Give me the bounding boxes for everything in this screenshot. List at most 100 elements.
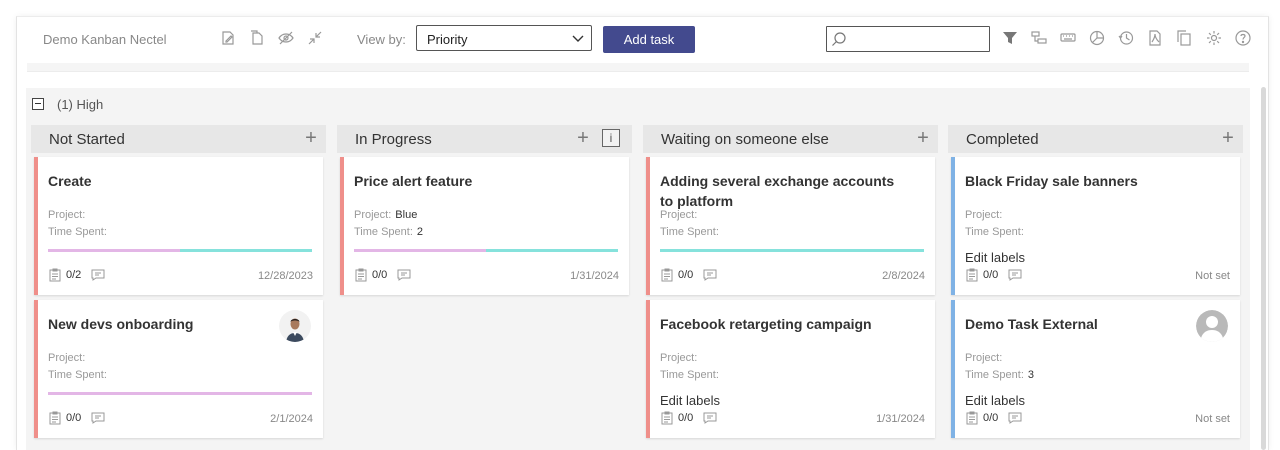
comment-icon[interactable] [703, 411, 717, 425]
card-title[interactable]: New devs onboarding [48, 314, 298, 334]
comment-icon[interactable] [91, 411, 105, 425]
task-card[interactable]: Adding several exchange accounts to plat… [646, 157, 935, 295]
avatar-placeholder-icon[interactable] [1196, 310, 1228, 342]
filter-icon[interactable] [1001, 29, 1019, 47]
checklist-count: 0/2 [66, 269, 82, 281]
checklist-icon [661, 268, 673, 282]
collapse-icon[interactable] [306, 29, 324, 47]
comment-icon[interactable] [703, 268, 717, 282]
search-icon [832, 32, 846, 46]
project-meta: Project: [660, 352, 698, 364]
checklist-icon [966, 268, 978, 282]
due-date: 2/1/2024 [270, 413, 313, 425]
search-input[interactable] [849, 30, 989, 50]
edit-labels-link[interactable]: Edit labels [965, 393, 1025, 408]
task-card[interactable]: New devs onboarding Project: Time Spent: [34, 300, 323, 438]
add-card-button[interactable]: + [302, 128, 320, 148]
comment-icon[interactable] [91, 268, 105, 282]
checklist-count: 0/0 [678, 412, 694, 424]
project-meta: Project: [965, 352, 1003, 364]
time-meta: Time Spent: 3 [965, 369, 1035, 381]
due-date: 2/8/2024 [882, 270, 925, 282]
task-card[interactable]: Demo Task External Project: Time Spent: 3… [951, 300, 1240, 438]
add-task-button[interactable]: Add task [603, 26, 695, 53]
card-title[interactable]: Facebook retargeting campaign [660, 314, 910, 334]
card-title[interactable]: Adding several exchange accounts to plat… [660, 171, 910, 211]
view-by-label: View by: [357, 32, 406, 47]
card-footer: 0/2 [48, 267, 105, 283]
comment-icon[interactable] [1008, 268, 1022, 282]
progress-bar [48, 249, 312, 252]
copy-icon[interactable] [248, 29, 266, 47]
column-title: Waiting on someone else [661, 131, 829, 148]
project-meta: Project: [48, 352, 86, 364]
toolbar: Demo Kanban Nectel View by: Priority Add… [17, 17, 1268, 61]
column-title: In Progress [355, 131, 432, 148]
group-label: (1) High [57, 97, 104, 112]
kanban-board: (1) High Not Started + Create Project: T… [26, 88, 1250, 450]
search-box[interactable] [826, 26, 990, 52]
app-title: Demo Kanban Nectel [43, 32, 167, 47]
card-footer: 0/0 [660, 410, 717, 426]
group-collapse-toggle[interactable] [32, 98, 44, 110]
pdf-icon[interactable] [1146, 29, 1164, 47]
card-title[interactable]: Demo Task External [965, 314, 1215, 334]
task-card[interactable]: Create Project: Time Spent: 0/2 12/28/20… [34, 157, 323, 295]
view-by-select[interactable]: Priority [416, 25, 592, 51]
checklist-count: 0/0 [983, 269, 999, 281]
hide-icon[interactable] [277, 29, 295, 47]
keyboard-icon[interactable] [1059, 29, 1077, 47]
progress-bar [48, 392, 312, 395]
card-footer: 0/0 [48, 410, 105, 426]
kanban-frame: Demo Kanban Nectel View by: Priority Add… [16, 16, 1269, 450]
checklist-icon [49, 411, 61, 425]
edit-labels-link[interactable]: Edit labels [660, 393, 720, 408]
hierarchy-icon[interactable] [1030, 29, 1048, 47]
task-card[interactable]: Black Friday sale banners Project: Time … [951, 157, 1240, 295]
checklist-icon [966, 411, 978, 425]
due-date: 12/28/2023 [257, 270, 313, 282]
comment-icon[interactable] [1008, 411, 1022, 425]
column-in-progress: In Progress + i Price alert feature Proj… [337, 125, 632, 450]
progress-bar [660, 249, 924, 252]
checklist-count: 0/0 [66, 412, 82, 424]
column-header: Not Started + [31, 125, 326, 153]
column-header: In Progress + i [337, 125, 632, 153]
gear-icon[interactable] [1205, 29, 1223, 47]
help-icon[interactable] [1234, 29, 1252, 47]
due-date: 1/31/2024 [876, 413, 925, 425]
column-completed: Completed + Black Friday sale banners Pr… [948, 125, 1243, 450]
column-header: Waiting on someone else + [643, 125, 938, 153]
vertical-scrollbar[interactable] [1261, 87, 1266, 450]
checklist-count: 0/0 [678, 269, 694, 281]
due-date: Not set [1195, 413, 1230, 425]
chart-icon[interactable] [1088, 29, 1106, 47]
checklist-icon [49, 268, 61, 282]
card-title[interactable]: Black Friday sale banners [965, 171, 1215, 191]
add-card-button[interactable]: + [914, 128, 932, 148]
avatar[interactable] [279, 310, 311, 342]
add-card-button[interactable]: + [574, 128, 592, 148]
toolbar-divider [27, 63, 1249, 72]
edit-labels-link[interactable]: Edit labels [965, 250, 1025, 265]
time-meta: Time Spent: 2 [354, 226, 424, 238]
card-footer: 0/0 [660, 267, 717, 283]
due-date: Not set [1195, 270, 1230, 282]
chevron-down-icon [572, 35, 584, 42]
time-meta: Time Spent: [48, 369, 107, 381]
task-card[interactable]: Price alert feature Project: Blue Time Sp… [340, 157, 629, 295]
card-title[interactable]: Create [48, 171, 298, 191]
duplicate-icon[interactable] [1175, 29, 1193, 47]
history-icon[interactable] [1117, 29, 1135, 47]
card-footer: 0/0 [354, 267, 411, 283]
column-title: Completed [966, 131, 1039, 148]
comment-icon[interactable] [397, 268, 411, 282]
time-meta: Time Spent: [660, 226, 719, 238]
card-title[interactable]: Price alert feature [354, 171, 604, 191]
info-icon[interactable]: i [602, 129, 620, 147]
column-not-started: Not Started + Create Project: Time Spent… [31, 125, 326, 450]
add-card-button[interactable]: + [1219, 128, 1237, 148]
task-card[interactable]: Facebook retargeting campaign Project: T… [646, 300, 935, 438]
card-footer: 0/0 [965, 267, 1022, 283]
edit-icon[interactable] [219, 29, 237, 47]
